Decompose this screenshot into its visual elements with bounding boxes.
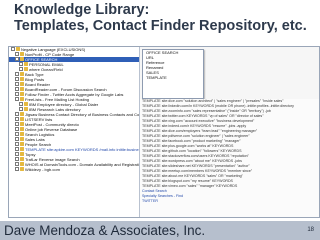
- expand-toggle-icon[interactable]: [15, 77, 19, 82]
- folder-icon: [24, 62, 28, 67]
- folder-icon: [20, 52, 24, 57]
- expand-toggle-icon[interactable]: [15, 162, 19, 167]
- expand-toggle-icon[interactable]: [19, 62, 23, 67]
- expand-toggle-icon[interactable]: [15, 97, 19, 102]
- folder-icon: [20, 142, 24, 147]
- folder-icon: [20, 92, 24, 97]
- expand-toggle-icon[interactable]: [15, 87, 19, 92]
- slide-title: Knowledge Library: Templates, Contact Fi…: [14, 2, 314, 34]
- expand-toggle-icon[interactable]: [15, 157, 19, 162]
- folder-icon: [20, 97, 24, 102]
- folder-icon: [20, 152, 24, 157]
- folder-icon: [20, 112, 24, 117]
- expand-toggle-icon[interactable]: [15, 142, 19, 147]
- slide-title-line-1: Knowledge Library:: [14, 2, 150, 18]
- expand-toggle-icon[interactable]: [11, 47, 15, 52]
- folder-icon: [20, 122, 24, 127]
- footer-company: Dave Mendoza & Associates, Inc.: [4, 223, 206, 238]
- folder-icon: [20, 82, 24, 87]
- tree-item-label: Wikidezy - bgb.com: [25, 167, 60, 172]
- expand-toggle-icon[interactable]: [19, 67, 23, 72]
- folder-icon: [20, 132, 24, 137]
- expand-toggle-icon[interactable]: [15, 57, 19, 62]
- right-pane: OFFICE SEARCH URL Reference Renamed SALES TEM…: [140, 47, 319, 217]
- folder-icon: [24, 107, 28, 112]
- expand-toggle-icon[interactable]: [15, 127, 19, 132]
- tree-item[interactable]: Wikidezy - bgb.com: [9, 167, 139, 172]
- expand-toggle-icon[interactable]: [15, 92, 19, 97]
- expand-toggle-icon[interactable]: [15, 132, 19, 137]
- folder-icon: [20, 147, 24, 152]
- template-list[interactable]: TEMPLATE site:dice.com "solution archite…: [140, 99, 319, 217]
- folder-icon: [20, 127, 24, 132]
- expand-toggle-icon[interactable]: [15, 137, 19, 142]
- context-menu[interactable]: OFFICE SEARCH URL Reference Renamed SALES TEM…: [142, 49, 204, 99]
- expand-toggle-icon[interactable]: [15, 72, 19, 77]
- template-line[interactable]: TWITTER: [140, 199, 319, 204]
- folder-icon: [20, 117, 24, 122]
- folder-icon: [24, 102, 28, 107]
- expand-toggle-icon[interactable]: [19, 102, 23, 107]
- expand-toggle-icon[interactable]: [15, 117, 19, 122]
- expand-toggle-icon[interactable]: [15, 147, 19, 152]
- folder-icon: [16, 47, 20, 52]
- expand-toggle-icon[interactable]: [15, 167, 19, 172]
- folder-icon: [20, 57, 24, 62]
- folder-icon: [20, 162, 24, 167]
- page-number: 18: [307, 227, 314, 233]
- expand-toggle-icon[interactable]: [15, 112, 19, 117]
- expand-toggle-icon[interactable]: [15, 52, 19, 57]
- folder-icon: [20, 72, 24, 77]
- slide-title-line-2: Templates, Contact Finder Repository, et…: [14, 18, 307, 34]
- expand-toggle-icon[interactable]: [15, 82, 19, 87]
- expand-toggle-icon[interactable]: [15, 122, 19, 127]
- folder-icon: [20, 167, 24, 172]
- folder-tree[interactable]: Negative Language (EXCLUSIONS) NonProfit …: [9, 47, 140, 217]
- expand-toggle-icon[interactable]: [19, 107, 23, 112]
- folder-icon: [20, 137, 24, 142]
- folder-icon: [20, 157, 24, 162]
- folder-icon: [20, 77, 24, 82]
- context-menu-item[interactable]: TEMPLATE: [143, 75, 203, 80]
- knowledge-library-screenshot: Negative Language (EXCLUSIONS) NonProfit …: [8, 46, 320, 218]
- expand-toggle-icon[interactable]: [15, 152, 19, 157]
- folder-icon: [20, 87, 24, 92]
- footer-bar: Dave Mendoza & Associates, Inc. 18: [0, 221, 320, 240]
- folder-icon: [24, 67, 28, 72]
